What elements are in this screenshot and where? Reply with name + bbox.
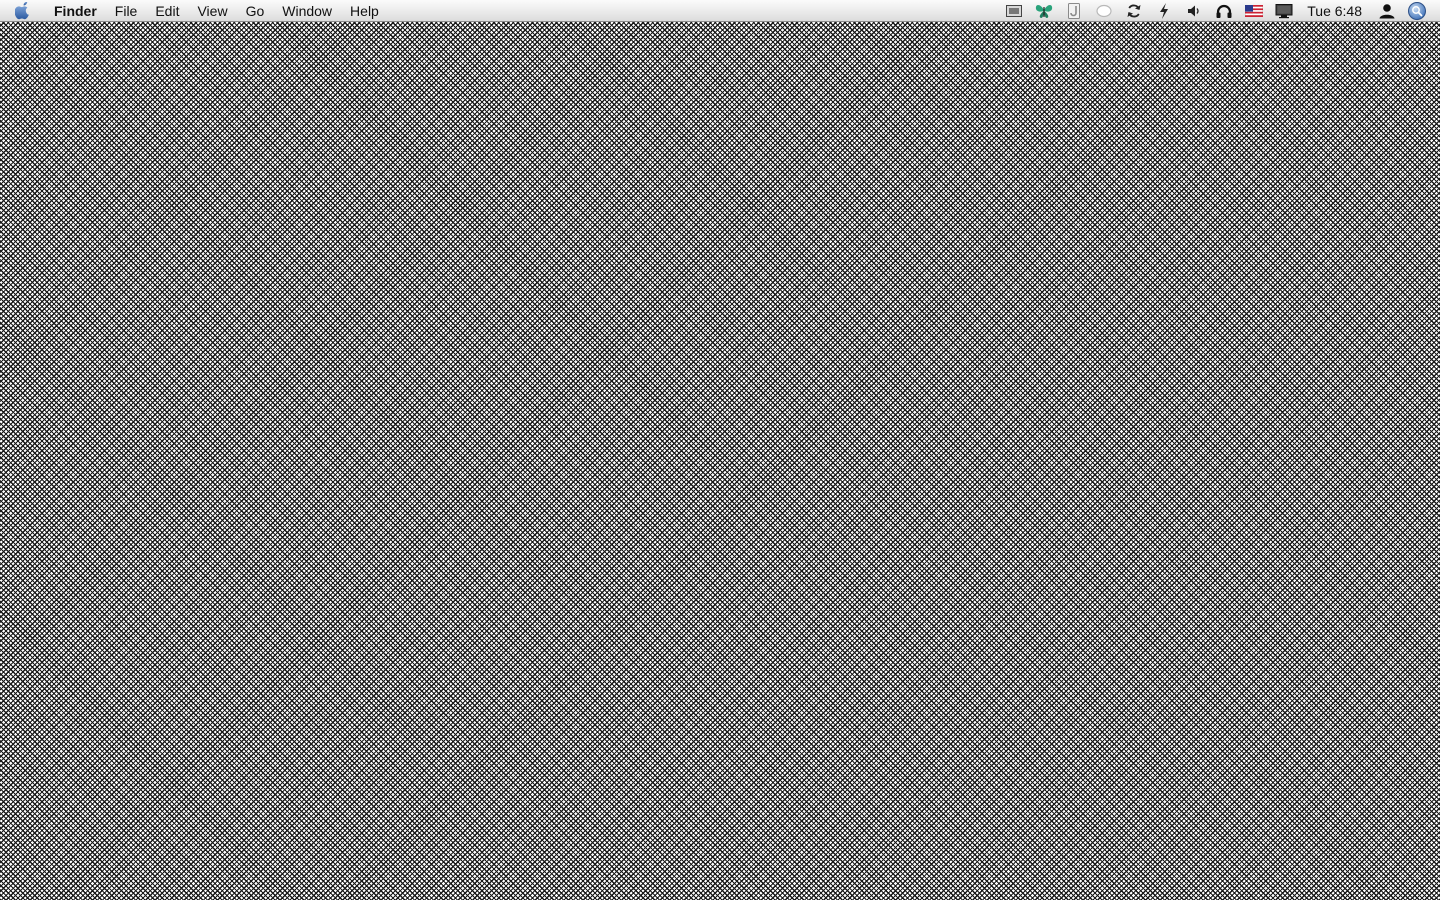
us-flag-icon xyxy=(1245,4,1264,17)
apple-icon xyxy=(15,1,29,19)
menu-file[interactable]: File xyxy=(106,0,147,22)
display-icon xyxy=(1275,3,1293,18)
menu-window[interactable]: Window xyxy=(273,0,341,22)
user-icon xyxy=(1379,3,1395,18)
menu-edit[interactable]: Edit xyxy=(146,0,188,22)
menu-bar-clock[interactable]: Tue 6:48 xyxy=(1299,0,1372,22)
volume-menu[interactable] xyxy=(1179,0,1209,22)
input-source-menu[interactable] xyxy=(1239,0,1269,22)
headphones-menu[interactable] xyxy=(1209,0,1239,22)
bolt-icon xyxy=(1160,2,1169,19)
menu-bar-left: Finder File Edit View Go Window Help xyxy=(0,0,388,22)
menu-help[interactable]: Help xyxy=(341,0,388,22)
apple-menu[interactable] xyxy=(0,0,46,22)
headphones-icon xyxy=(1216,4,1232,18)
jump-desktop-menu[interactable] xyxy=(1059,0,1089,22)
butterfly-icon xyxy=(1036,4,1053,18)
display-menu[interactable] xyxy=(1269,0,1299,22)
menu-bar: Finder File Edit View Go Window Help Tue… xyxy=(0,0,1440,22)
butterfly-menu[interactable] xyxy=(1029,0,1059,22)
menu-go[interactable]: Go xyxy=(237,0,274,22)
spotlight-menu[interactable] xyxy=(1402,0,1432,22)
jump-desktop-icon xyxy=(1068,2,1081,19)
power-menu[interactable] xyxy=(1149,0,1179,22)
spotlight-icon xyxy=(1408,1,1426,20)
bubble-menu[interactable] xyxy=(1089,0,1119,22)
app-menu-finder[interactable]: Finder xyxy=(46,0,106,22)
screen-capture-icon xyxy=(1006,4,1023,17)
bubble-icon xyxy=(1096,4,1112,17)
sync-icon xyxy=(1127,4,1141,17)
screen-capture-menu[interactable] xyxy=(999,0,1029,22)
sync-menu[interactable] xyxy=(1119,0,1149,22)
menu-view[interactable]: View xyxy=(188,0,236,22)
volume-icon xyxy=(1188,5,1199,16)
menu-bar-extras: Tue 6:48 xyxy=(999,0,1440,22)
user-menu[interactable] xyxy=(1372,0,1402,22)
desktop-background[interactable] xyxy=(0,22,1440,900)
